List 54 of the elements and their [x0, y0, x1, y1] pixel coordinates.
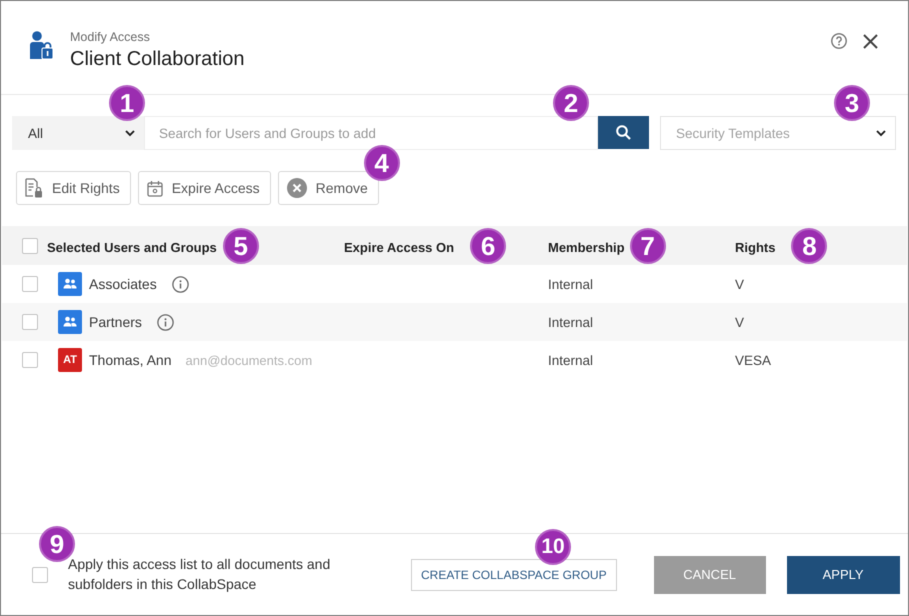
- group-icon: [58, 272, 82, 296]
- toolbar-button[interactable]: Expire Access: [138, 171, 271, 205]
- apply-button[interactable]: APPLY: [786, 556, 900, 594]
- info-icon[interactable]: [172, 276, 189, 292]
- member-name: Partners: [89, 314, 142, 330]
- callout-badge: 2: [553, 85, 589, 121]
- callout-badge: 6: [470, 228, 506, 264]
- search-field[interactable]: Search for Users and Groups to add: [144, 116, 598, 150]
- callout-badge: 10: [535, 528, 571, 564]
- info-icon[interactable]: [156, 314, 174, 330]
- dialog-subtitle: Modify Access: [70, 30, 151, 45]
- checkbox[interactable]: [22, 314, 38, 330]
- dialog-title: Client Collaboration: [70, 47, 245, 72]
- member-email: ann@documents.com: [186, 352, 312, 368]
- column-header[interactable]: Expire Access On: [344, 240, 454, 254]
- checkbox[interactable]: [22, 238, 38, 254]
- group-icon: [58, 310, 82, 334]
- calendar-icon: [146, 180, 163, 196]
- user-initials-avatar: AT: [58, 348, 82, 372]
- membership-cell: Internal: [548, 352, 594, 368]
- remove-icon: [286, 178, 307, 198]
- toolbar-button[interactable]: Remove: [278, 171, 379, 205]
- create-group-button[interactable]: CREATE COLLABSPACE GROUP: [411, 558, 617, 590]
- table-row[interactable]: Partners Internal V: [2, 303, 907, 341]
- document-lock-icon: [25, 178, 43, 198]
- callout-badge: 5: [222, 228, 259, 264]
- checkbox[interactable]: [22, 276, 38, 292]
- membership-cell: Internal: [548, 314, 594, 330]
- column-header[interactable]: Selected Users and Groups: [47, 240, 217, 254]
- column-header[interactable]: Membership: [548, 240, 625, 254]
- callout-badge: 7: [630, 228, 666, 264]
- toolbar-button[interactable]: Edit Rights: [16, 171, 131, 205]
- member-name: Thomas, Ann: [89, 352, 172, 368]
- callout-badge: 8: [791, 228, 828, 264]
- help-button[interactable]: [831, 33, 847, 49]
- close-button[interactable]: [863, 34, 878, 48]
- member-name: Associates: [89, 276, 157, 292]
- scope-dropdown[interactable]: All: [12, 116, 144, 150]
- column-header[interactable]: Rights: [735, 240, 776, 254]
- rights-cell: VESA: [735, 352, 772, 368]
- search-button[interactable]: [598, 116, 649, 149]
- callout-badge: 3: [834, 85, 870, 121]
- user-lock-icon: [30, 31, 53, 59]
- rights-cell: V: [735, 276, 744, 292]
- close-icon: [863, 34, 878, 48]
- checkbox[interactable]: [22, 352, 38, 368]
- membership-cell: Internal: [548, 276, 594, 292]
- callout-badge: 1: [109, 85, 145, 121]
- chevron-down-icon: [125, 130, 135, 136]
- checkbox[interactable]: [32, 566, 48, 582]
- chevron-down-icon: [876, 130, 886, 136]
- help-icon: [831, 33, 847, 49]
- search-icon: [616, 125, 631, 140]
- rights-cell: V: [735, 314, 744, 330]
